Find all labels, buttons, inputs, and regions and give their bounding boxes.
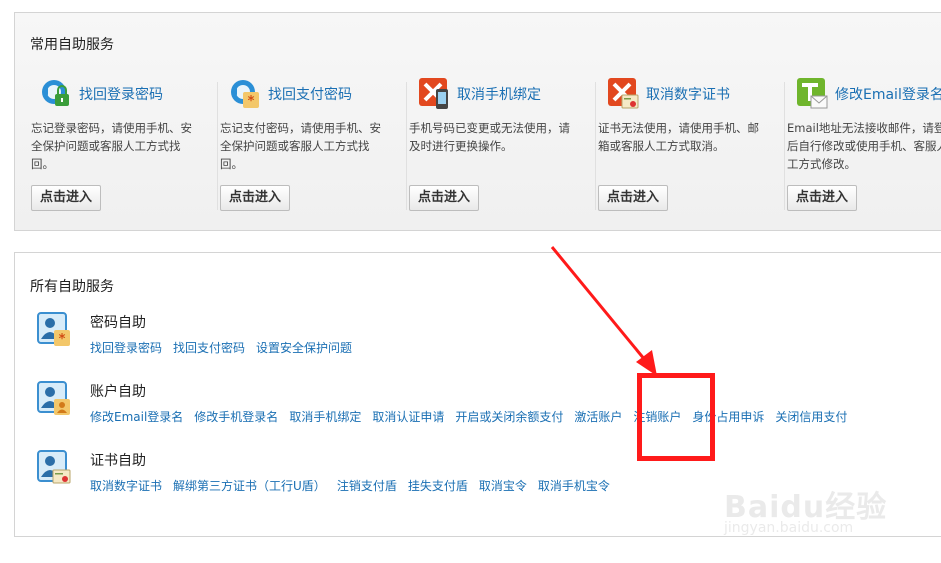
card-description: 忘记支付密码，请使用手机、安全保护问题或客服人工方式找回。 bbox=[220, 121, 381, 171]
panel-title: 常用自助服务 bbox=[30, 37, 114, 53]
common-services-panel: 常用自助服务 找回登录密码 忘记登录密码，请使用手机、安全保护问题或客服人工方式… bbox=[14, 12, 941, 231]
pay-password-recover-icon: * bbox=[231, 80, 259, 109]
link-cancel-phone-binding[interactable]: 取消手机绑定 bbox=[289, 410, 361, 424]
link-report-lost-pay-shield[interactable]: 挂失支付盾 bbox=[408, 479, 468, 493]
link-activate-account[interactable]: 激活账户 bbox=[574, 410, 622, 424]
service-cards: 找回登录密码 忘记登录密码，请使用手机、安全保护问题或客服人工方式找回。 点击进… bbox=[15, 77, 941, 217]
divider bbox=[406, 82, 407, 210]
group-password: * 密码自助 找回登录密码 找回支付密码 设置安全保护问题 bbox=[37, 312, 937, 372]
card-edit-email-login: 修改Email登录名 Email地址无法接收邮件，请登录后自行修改或使用手机、客… bbox=[786, 77, 941, 217]
link-set-security-question[interactable]: 设置安全保护问题 bbox=[256, 341, 352, 355]
enter-button[interactable]: 点击进入 bbox=[220, 185, 291, 211]
svg-text:*: * bbox=[248, 94, 255, 109]
link-recover-login-password[interactable]: 找回登录密码 bbox=[90, 341, 162, 355]
link-edit-phone-login[interactable]: 修改手机登录名 bbox=[194, 410, 278, 424]
card-title[interactable]: 修改Email登录名 bbox=[835, 84, 941, 104]
card-title[interactable]: 取消数字证书 bbox=[646, 84, 730, 104]
card-cancel-certificate: 取消数字证书 证书无法使用，请使用手机、邮箱或客服人工方式取消。 点击进入 bbox=[597, 77, 786, 217]
group-links: 找回登录密码 找回支付密码 设置安全保护问题 bbox=[90, 337, 363, 356]
card-cancel-phone-binding: 取消手机绑定 手机号码已变更或无法使用，请及时进行更换操作。 点击进入 bbox=[408, 77, 597, 217]
link-recover-pay-password[interactable]: 找回支付密码 bbox=[173, 341, 245, 355]
group-title: 账户自助 bbox=[90, 384, 146, 400]
card-description: 忘记登录密码，请使用手机、安全保护问题或客服人工方式找回。 bbox=[31, 121, 192, 171]
lock-recover-icon bbox=[42, 80, 69, 106]
enter-button[interactable]: 点击进入 bbox=[787, 185, 858, 211]
card-recover-login-password: 找回登录密码 忘记登录密码，请使用手机、安全保护问题或客服人工方式找回。 点击进… bbox=[30, 77, 219, 217]
enter-button[interactable]: 点击进入 bbox=[31, 185, 102, 211]
divider bbox=[784, 82, 785, 210]
link-edit-email-login[interactable]: 修改Email登录名 bbox=[90, 410, 183, 424]
baidu-jingyan-watermark: Baidu经验 jingyan.baidu.com bbox=[724, 482, 924, 542]
link-cancel-certificate[interactable]: 取消数字证书 bbox=[90, 479, 162, 493]
link-unbind-third-party-cert[interactable]: 解绑第三方证书（工行U盾） bbox=[173, 479, 326, 493]
group-title: 密码自助 bbox=[90, 315, 146, 331]
enter-button[interactable]: 点击进入 bbox=[409, 185, 480, 211]
email-edit-icon bbox=[797, 78, 828, 109]
divider bbox=[595, 82, 596, 210]
link-cancel-pay-shield[interactable]: 注销支付盾 bbox=[337, 479, 397, 493]
panel-title: 所有自助服务 bbox=[30, 279, 114, 295]
account-user-icon bbox=[37, 381, 70, 415]
phone-unbind-icon bbox=[419, 78, 448, 109]
group-account: 账户自助 修改Email登录名 修改手机登录名 取消手机绑定 取消认证申请 开启或关闭余… bbox=[37, 381, 937, 441]
watermark-url: jingyan.baidu.com bbox=[724, 520, 854, 536]
card-description: 证书无法使用，请使用手机、邮箱或客服人工方式取消。 bbox=[598, 121, 759, 153]
group-links: 取消数字证书 解绑第三方证书（工行U盾） 注销支付盾 挂失支付盾 取消宝令 取消手机宝令 bbox=[90, 475, 621, 494]
link-close-credit-pay[interactable]: 关闭信用支付 bbox=[775, 410, 847, 424]
card-title[interactable]: 找回登录密码 bbox=[79, 84, 163, 104]
card-description: Email地址无法接收邮件，请登录后自行修改或使用手机、客服人工方式修改。 bbox=[787, 121, 941, 171]
link-cancel-verification[interactable]: 取消认证申请 bbox=[372, 410, 444, 424]
enter-button[interactable]: 点击进入 bbox=[598, 185, 669, 211]
link-toggle-balance-pay[interactable]: 开启或关闭余额支付 bbox=[455, 410, 563, 424]
svg-text:*: * bbox=[59, 332, 66, 347]
card-recover-pay-password: * 找回支付密码 忘记支付密码，请使用手机、安全保护问题或客服人工方式找回。 点… bbox=[219, 77, 408, 217]
link-cancel-phone-token[interactable]: 取消手机宝令 bbox=[538, 479, 610, 493]
card-title[interactable]: 找回支付密码 bbox=[268, 84, 352, 104]
group-links: 修改Email登录名 修改手机登录名 取消手机绑定 取消认证申请 开启或关闭余额支付 激活… bbox=[90, 406, 858, 425]
group-title: 证书自助 bbox=[90, 453, 146, 469]
annotation-highlight-box bbox=[637, 373, 715, 461]
card-description: 手机号码已变更或无法使用，请及时进行更换操作。 bbox=[409, 121, 570, 153]
divider bbox=[217, 82, 218, 210]
card-title[interactable]: 取消手机绑定 bbox=[457, 84, 541, 104]
page: 常用自助服务 找回登录密码 忘记登录密码，请使用手机、安全保护问题或客服人工方式… bbox=[0, 0, 941, 563]
password-user-icon: * bbox=[37, 312, 70, 347]
link-cancel-token[interactable]: 取消宝令 bbox=[479, 479, 527, 493]
certificate-cancel-icon bbox=[608, 78, 639, 109]
certificate-user-icon bbox=[37, 450, 71, 484]
